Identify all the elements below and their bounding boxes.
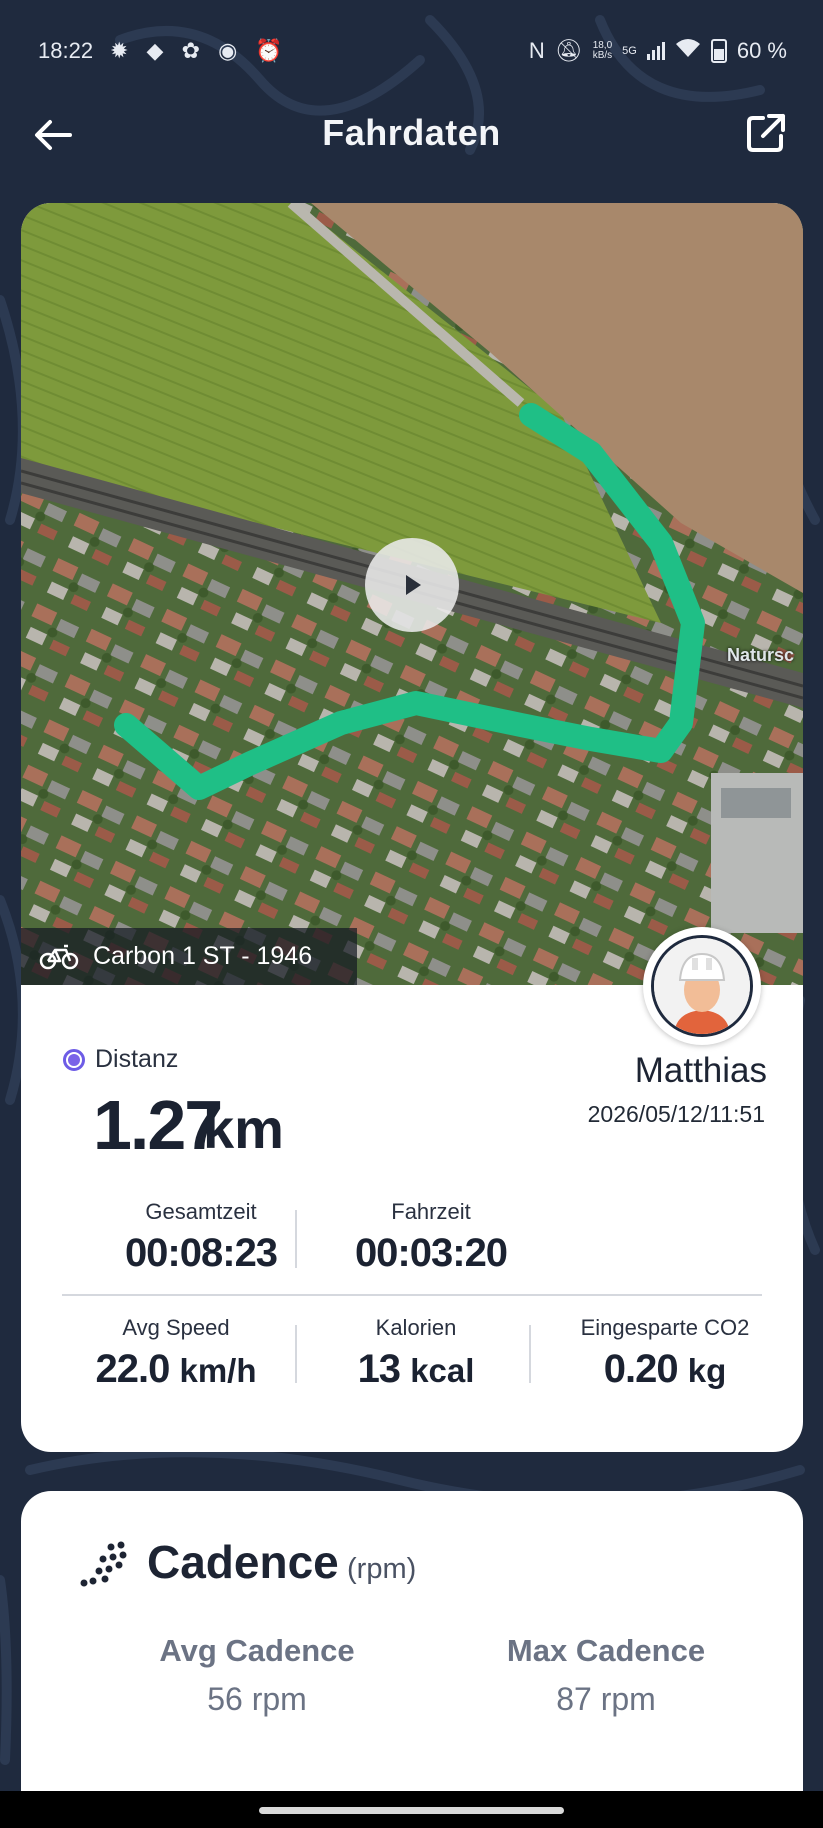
mute-icon: 🔕︎ <box>554 38 583 63</box>
ride-time-stat: Fahrzeit 00:03:20 <box>326 1199 536 1276</box>
ride-time-label: Fahrzeit <box>391 1199 471 1224</box>
max-cadence: Max Cadence 87 rpm <box>476 1633 736 1718</box>
radio-dot-icon <box>63 1048 85 1071</box>
route-map[interactable]: Natursc Carbon 1 ST - 1946 <box>21 203 803 985</box>
avg-speed-unit: km/h <box>179 1352 257 1389</box>
cadence-card: Cadence (rpm) Avg Cadence 56 rpm Max Cad… <box>21 1491 803 1791</box>
avg-speed-label: Avg Speed <box>122 1315 230 1340</box>
ride-card: Natursc Carbon 1 ST - 1946 Distanz 1.27 … <box>21 203 803 1452</box>
status-right: N 🔕︎ 18,0 kB/s 5G 60 % <box>529 38 787 64</box>
cadence-dots-icon <box>80 1541 127 1587</box>
distance-value: 1.27 <box>93 1086 223 1164</box>
play-icon <box>406 575 421 595</box>
rider-avatar[interactable] <box>643 927 761 1045</box>
cadence-title: Cadence <box>147 1536 339 1588</box>
calories-unit: kcal <box>410 1352 475 1389</box>
system-nav-bar <box>0 1791 823 1828</box>
distance-unit: km <box>203 1097 284 1160</box>
network-rate: 18,0 kB/s <box>593 41 612 61</box>
co2-label: Eingesparte CO2 <box>580 1315 750 1340</box>
map-place-label: Natursc <box>727 645 795 665</box>
wifi-icon <box>675 38 701 64</box>
rider-name: Matthias <box>634 1051 767 1090</box>
divider <box>295 1210 297 1268</box>
ride-time-value: 00:03:20 <box>354 1231 508 1275</box>
ride-date: 2026/05/12/11:51 <box>587 1101 765 1127</box>
avg-cadence: Avg Cadence 56 rpm <box>127 1633 387 1718</box>
divider <box>62 1294 762 1296</box>
bike-name: Carbon 1 ST - 1946 <box>93 942 313 970</box>
nfc-icon: N <box>528 38 545 63</box>
signal-icon <box>646 42 665 60</box>
divider <box>529 1325 531 1383</box>
play-route-button[interactable] <box>365 538 459 632</box>
max-cadence-value: 87 rpm <box>556 1681 656 1717</box>
avatar-helmet-icon <box>651 935 753 1037</box>
co2-value-row: 0.20 kg <box>545 1347 785 1392</box>
battery-percent: 60 % <box>736 38 787 63</box>
avg-cadence-value: 56 rpm <box>207 1681 307 1717</box>
page-title: Fahrdaten <box>322 112 501 153</box>
calories-value: 13 <box>357 1347 401 1391</box>
bike-label: Carbon 1 ST - 1946 <box>21 928 357 985</box>
notification-icons: ✹ ◆ ✿ ◉ ⏰ <box>110 38 289 63</box>
total-time-stat: Gesamtzeit 00:08:23 <box>96 1199 306 1276</box>
divider <box>295 1325 297 1383</box>
status-bar: 18:22 ✹ ◆ ✿ ◉ ⏰ N 🔕︎ 18,0 kB/s 5G 60 % <box>0 0 823 100</box>
share-button[interactable] <box>745 112 787 154</box>
max-cadence-label: Max Cadence <box>506 1633 706 1668</box>
avg-cadence-label: Avg Cadence <box>159 1633 355 1668</box>
total-time-value: 00:08:23 <box>124 1231 278 1275</box>
calories-stat: Kalorien 13 kcal <box>311 1315 521 1392</box>
avg-speed-value: 22.0 <box>95 1347 170 1391</box>
avg-speed-stat: Avg Speed 22.0 km/h <box>71 1315 281 1392</box>
share-icon <box>747 114 785 152</box>
network-rate-unit: kB/s <box>592 50 613 61</box>
co2-stat: Eingesparte CO2 0.20 kg <box>545 1315 785 1392</box>
network-type: 5G <box>622 45 637 57</box>
calories-value-row: 13 kcal <box>311 1347 521 1392</box>
distance-label-row: Distanz <box>63 1045 178 1074</box>
co2-value: 0.20 <box>603 1347 679 1391</box>
home-gesture-handle[interactable] <box>259 1807 564 1814</box>
header: Fahrdaten <box>0 100 823 170</box>
status-time: 18:22 <box>38 38 94 63</box>
cadence-unit: (rpm) <box>347 1553 417 1585</box>
total-time-label: Gesamtzeit <box>145 1199 257 1224</box>
avg-speed-value-row: 22.0 km/h <box>71 1347 281 1392</box>
calories-label: Kalorien <box>375 1315 457 1340</box>
battery-icon <box>710 39 727 63</box>
bicycle-icon <box>39 944 79 969</box>
distance-label: Distanz <box>95 1045 179 1073</box>
co2-unit: kg <box>687 1352 727 1389</box>
